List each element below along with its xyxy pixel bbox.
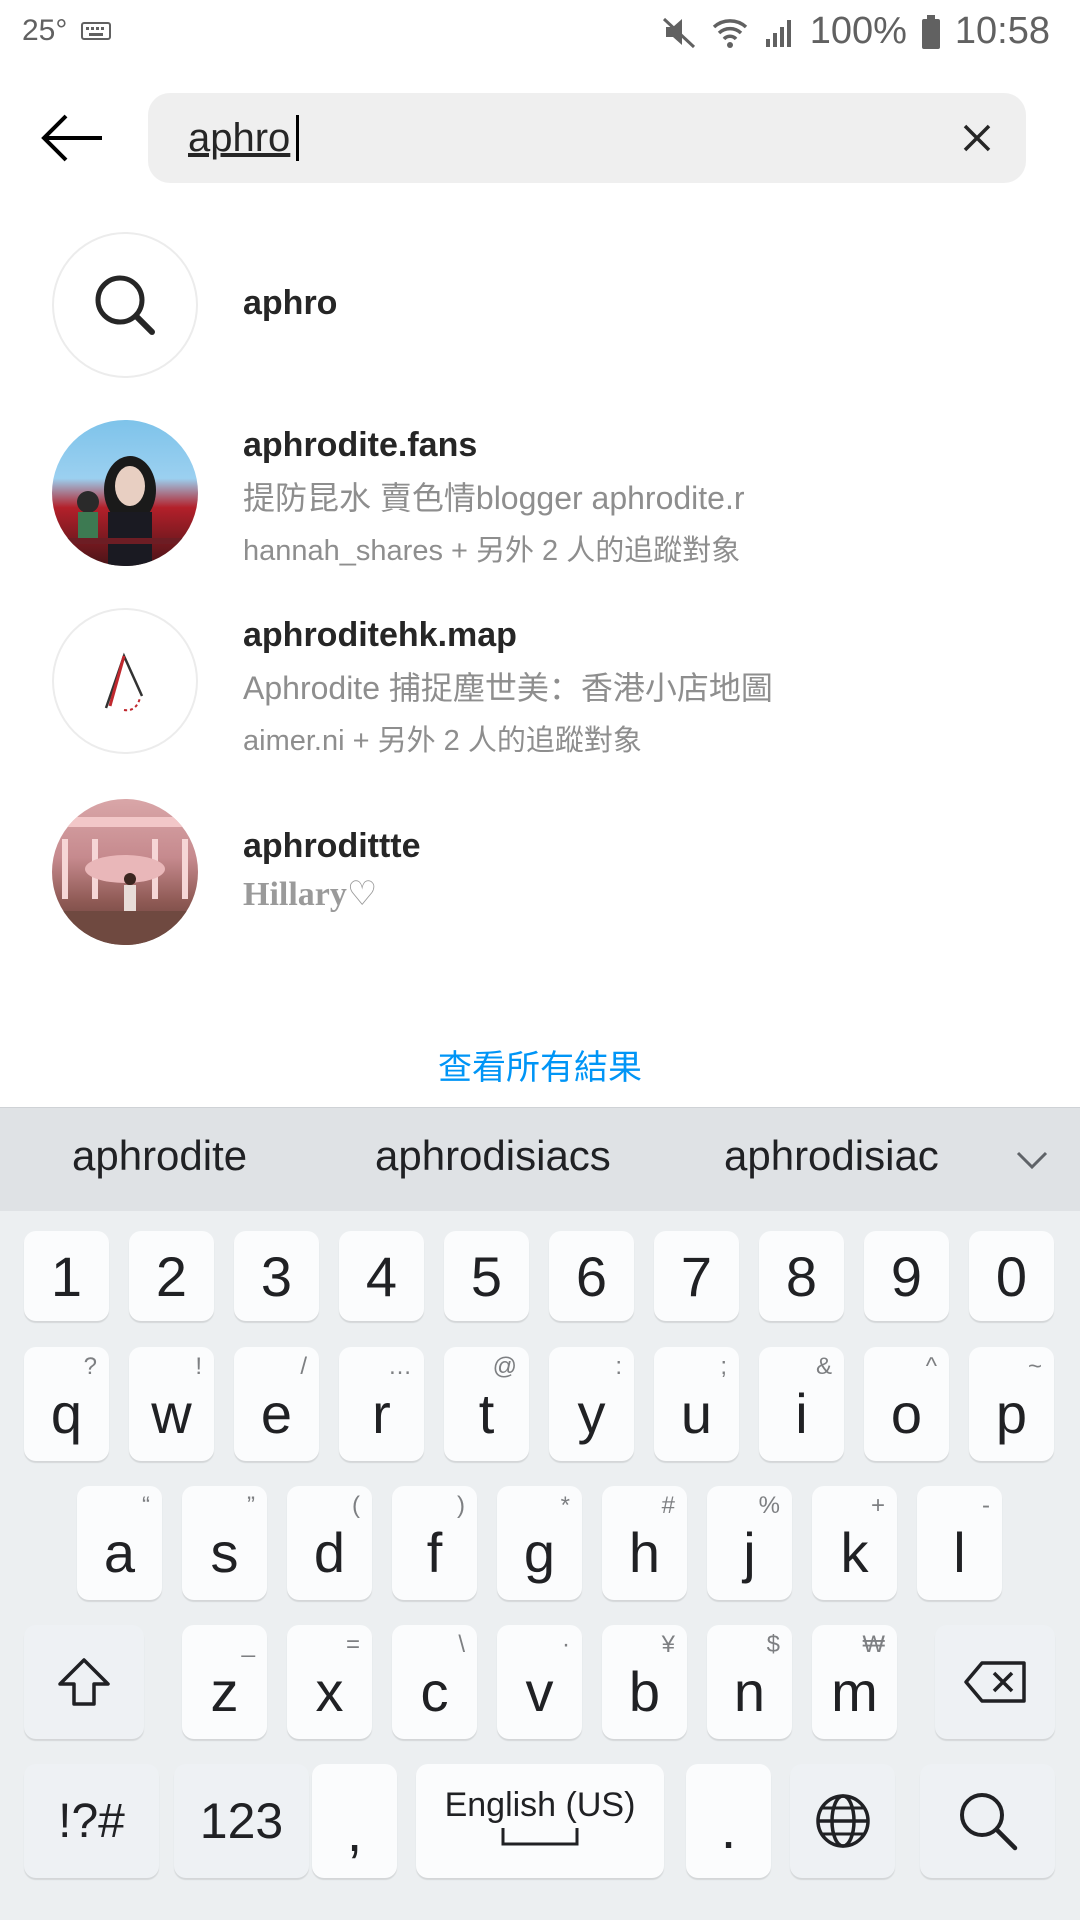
search-bar[interactable] xyxy=(148,93,1026,183)
search-key[interactable] xyxy=(920,1764,1055,1878)
key-w[interactable]: ! w xyxy=(129,1347,214,1461)
clear-search-button[interactable] xyxy=(956,117,998,159)
suggestion-1[interactable]: aphrodite xyxy=(72,1132,247,1180)
key[interactable]: 9 xyxy=(864,1231,949,1321)
see-all-results-link[interactable]: 查看所有結果 xyxy=(0,1040,1080,1089)
key-y[interactable]: :y xyxy=(549,1347,634,1461)
clock-time: 10:58 xyxy=(954,10,1050,52)
suggestion-2[interactable]: aphrodisiacs xyxy=(375,1132,611,1180)
key[interactable]: 1 xyxy=(24,1231,109,1321)
account-result[interactable]: aphroditehk.map Aphrodite 捕捉塵世美：香港小店地圖 a… xyxy=(0,608,1080,758)
numbers-key[interactable]: 123 xyxy=(174,1764,309,1878)
key[interactable]: 7 xyxy=(654,1231,739,1321)
account-result[interactable]: aphrodittte Hillary♡ xyxy=(0,797,1080,947)
key-s[interactable]: ” s xyxy=(182,1486,267,1600)
key-m[interactable]: ₩ m xyxy=(812,1625,897,1739)
key-j[interactable]: % j xyxy=(707,1486,792,1600)
key[interactable]: 2 xyxy=(129,1231,214,1321)
key-x[interactable]: = x xyxy=(287,1625,372,1739)
username: aphroditehk.map xyxy=(243,616,517,654)
back-button[interactable] xyxy=(38,108,108,168)
bio-text: Hillary♡ xyxy=(243,876,378,913)
search-icon-circle xyxy=(52,232,198,378)
comma-key[interactable]: , xyxy=(312,1764,397,1878)
followed-by-text: aimer.ni + 另外 2 人的追蹤對象 xyxy=(243,725,642,757)
key-r[interactable]: … r xyxy=(339,1347,424,1461)
key-i[interactable]: & i xyxy=(759,1347,844,1461)
key[interactable]: 4 xyxy=(339,1231,424,1321)
temperature-text: 25° xyxy=(22,14,68,47)
battery-icon xyxy=(921,14,941,50)
key-b[interactable]: ¥ b xyxy=(602,1625,687,1739)
space-key-label: English (US) xyxy=(444,1785,636,1824)
avatar xyxy=(52,799,198,945)
space-key[interactable]: English (US) xyxy=(416,1764,664,1878)
key-g[interactable]: * g xyxy=(497,1486,582,1600)
text-caret xyxy=(296,115,299,161)
keyboard-suggestion-bar: aphrodite aphrodisiacs aphrodisiac xyxy=(0,1107,1080,1212)
period-key[interactable]: . xyxy=(686,1764,771,1878)
key[interactable]: 3 xyxy=(234,1231,319,1321)
key[interactable]: 5 xyxy=(444,1231,529,1321)
backspace-key[interactable] xyxy=(935,1625,1055,1739)
space-bar-icon xyxy=(501,1827,579,1845)
keyboard-icon xyxy=(81,14,112,48)
key-p[interactable]: ~ p xyxy=(969,1347,1054,1461)
signal-icon xyxy=(764,15,796,49)
expand-suggestions-button[interactable] xyxy=(1014,1142,1050,1178)
username: aphrodite.fans xyxy=(243,426,478,464)
key-f[interactable]: ) f xyxy=(392,1486,477,1600)
key-t[interactable]: @ t xyxy=(444,1347,529,1461)
key-l[interactable]: -l xyxy=(917,1486,1002,1600)
language-key[interactable] xyxy=(790,1764,895,1878)
chevron-down-icon xyxy=(1016,1151,1048,1170)
key[interactable]: 8 xyxy=(759,1231,844,1321)
suggestion-3[interactable]: aphrodisiac xyxy=(724,1132,939,1180)
key[interactable]: 6 xyxy=(549,1231,634,1321)
backspace-icon xyxy=(964,1661,1026,1703)
key-n[interactable]: $ n xyxy=(707,1625,792,1739)
key-d[interactable]: (d xyxy=(287,1486,372,1600)
search-icon xyxy=(959,1793,1017,1851)
key-v[interactable]: · v xyxy=(497,1625,582,1739)
key-c[interactable]: \ c xyxy=(392,1625,477,1739)
keyboard: 1 2 3 4 5 6 7 8 9 0 ? q ! w / e … r @ t :y ; u… xyxy=(0,1211,1080,1920)
search-input[interactable] xyxy=(188,107,928,169)
close-icon xyxy=(963,124,991,152)
bio-text: Aphrodite 捕捉塵世美：香港小店地圖 xyxy=(243,670,773,706)
symbols-key[interactable]: !?# xyxy=(24,1764,159,1878)
key-h[interactable]: # h xyxy=(602,1486,687,1600)
followed-by-text: hannah_shares + 另外 2 人的追蹤對象 xyxy=(243,535,741,567)
keyword-result[interactable]: aphro xyxy=(0,230,1080,380)
key-u[interactable]: ; u xyxy=(654,1347,739,1461)
account-result[interactable]: aphrodite.fans 提防昆水 賣色情blogger aphrodite… xyxy=(0,418,1080,568)
key-a[interactable]: “a xyxy=(77,1486,162,1600)
shift-key[interactable] xyxy=(24,1625,144,1739)
back-arrow-icon xyxy=(41,114,102,162)
keyword-label: aphro xyxy=(243,284,338,322)
mute-icon xyxy=(662,15,696,49)
key-q[interactable]: ? q xyxy=(24,1347,109,1461)
avatar xyxy=(52,420,198,566)
globe-icon xyxy=(815,1794,870,1848)
shift-icon xyxy=(58,1658,110,1706)
battery-percent: 100% xyxy=(809,10,907,52)
search-icon xyxy=(95,275,155,335)
bio-text: 提防昆水 賣色情blogger aphrodite.r xyxy=(243,480,745,516)
key[interactable]: 0 xyxy=(969,1231,1054,1321)
avatar xyxy=(52,608,198,754)
status-bar: 25° 100% 10:58 xyxy=(0,0,1080,66)
username: aphrodittte xyxy=(243,827,421,865)
key-z[interactable]: _ z xyxy=(182,1625,267,1739)
key-e[interactable]: / e xyxy=(234,1347,319,1461)
wifi-icon xyxy=(710,15,750,49)
key-k[interactable]: + k xyxy=(812,1486,897,1600)
key-o[interactable]: ^ o xyxy=(864,1347,949,1461)
